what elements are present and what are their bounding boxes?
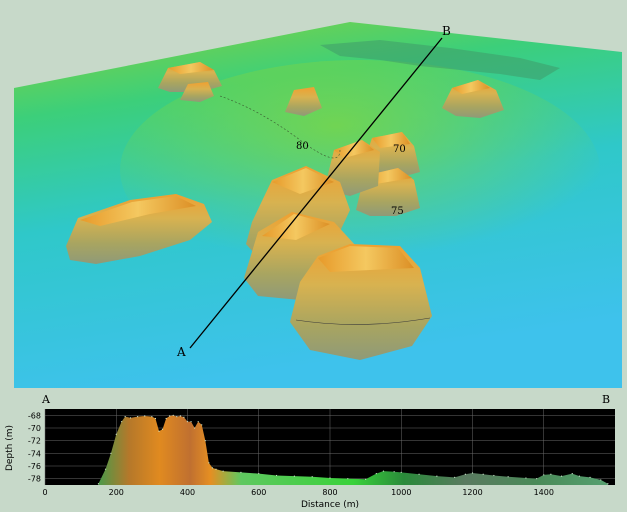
profile-point [201, 424, 203, 426]
profile-point [525, 477, 527, 479]
profile-point [129, 417, 132, 419]
profile-point [536, 478, 538, 480]
profile-point [393, 471, 395, 473]
profile-point [104, 468, 107, 470]
profile-point [550, 473, 552, 475]
y-tick-label: -68 [28, 411, 41, 420]
profile-point [578, 475, 580, 477]
profile-point [329, 477, 331, 479]
bathymetry-3d-view: A B 80 70 75 [0, 0, 627, 390]
y-tick-label: -72 [28, 437, 41, 446]
x-tick-label: 400 [180, 488, 195, 497]
x-tick-label: 1200 [462, 488, 482, 497]
contour-label-80: 80 [296, 141, 309, 152]
profile-point [165, 417, 167, 420]
profile-point [222, 470, 224, 472]
profile-point [110, 452, 112, 454]
x-axis-title: Distance (m) [301, 500, 359, 510]
profile-point [97, 483, 100, 485]
profile-point [436, 475, 438, 477]
profile-point [186, 421, 189, 423]
profile-point [382, 470, 385, 472]
profile-point [208, 462, 210, 464]
depth-profile-chart: A B -68 -70 -72 -74 -76 -78 0 200 400 600 800 1000… [5, 393, 615, 510]
profile-point [347, 478, 349, 480]
profile-point [589, 476, 591, 478]
profile-point [172, 414, 174, 416]
profile-point [571, 473, 573, 475]
profile-point [464, 473, 466, 475]
profile-point [204, 440, 206, 442]
y-tick-label: -76 [28, 462, 41, 471]
profile-point [507, 476, 509, 478]
profile-point [176, 416, 178, 418]
profile-point [124, 416, 126, 418]
x-tick-label: 600 [251, 488, 266, 497]
profile-point [293, 475, 295, 477]
x-tick-label: 1400 [534, 488, 554, 497]
y-axis-title: Depth (m) [5, 425, 15, 471]
profile-point [190, 421, 192, 423]
profile-point [151, 416, 153, 418]
profile-point [211, 467, 214, 469]
profile-point [375, 473, 377, 475]
profile-point [158, 430, 160, 432]
x-tick-label: 1000 [391, 488, 411, 497]
profile-point [169, 415, 171, 417]
profile-point [240, 471, 242, 473]
profile-point [311, 476, 313, 478]
profile-point [418, 473, 420, 475]
x-tick-label: 0 [42, 488, 47, 497]
transect-label-b: B [442, 24, 451, 38]
profile-point [144, 415, 146, 417]
profile-point [600, 479, 602, 481]
x-tick-label: 200 [109, 488, 124, 497]
profile-point [154, 417, 157, 420]
profile-point [471, 472, 474, 474]
y-tick-label: -78 [28, 475, 41, 484]
x-tick-label: 800 [322, 488, 337, 497]
profile-point [275, 474, 278, 477]
profile-point [493, 474, 495, 477]
profile-point [543, 474, 545, 476]
profile-point [454, 476, 456, 478]
profile-point [400, 471, 402, 473]
profile-point [194, 427, 196, 429]
profile-point [120, 421, 123, 423]
y-tick-label: -70 [28, 424, 41, 433]
profile-end-label: B [602, 393, 610, 406]
y-tick-label: -74 [28, 449, 41, 458]
profile-point [258, 473, 260, 475]
y-axis-ticks: -68 -70 -72 -74 -76 -78 [28, 411, 41, 483]
profile-point [115, 433, 117, 435]
contour-label-75: 75 [391, 206, 404, 217]
profile-point [365, 478, 367, 480]
profile-point [137, 416, 139, 418]
profile-point [560, 475, 563, 477]
contour-label-70: 70 [393, 144, 406, 155]
profile-point [197, 421, 199, 423]
profile-point [607, 483, 609, 485]
profile-point [179, 415, 181, 417]
profile-start-label: A [41, 393, 51, 406]
profile-point [482, 473, 484, 475]
transect-label-a: A [176, 345, 186, 359]
x-axis-ticks: 0 200 400 600 800 1000 1200 1400 [42, 488, 553, 497]
profile-point [161, 428, 164, 430]
profile-point [215, 468, 217, 470]
profile-point [183, 416, 185, 418]
